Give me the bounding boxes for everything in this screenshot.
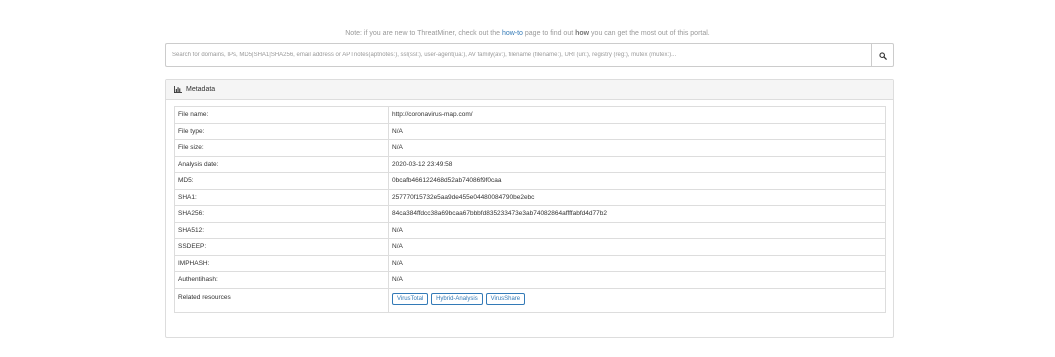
related-resources-row: Related resources VirusTotal Hybrid-Anal… xyxy=(174,287,886,313)
row-label: SHA256: xyxy=(174,205,389,223)
row-value: 0bcafb466122468d52ab74086f9f0caa xyxy=(388,172,886,190)
row-label: Analysis date: xyxy=(174,155,389,173)
table-row: SHA256: 84ca384ffdcc38a69bcaa67bbbfd8352… xyxy=(174,205,886,223)
table-row: SHA1: 257770f15732e5aa9de455e04480084790… xyxy=(174,188,886,206)
hybrid-analysis-button[interactable]: Hybrid-Analysis xyxy=(431,292,483,305)
intro-note: Note: if you are new to ThreatMiner, che… xyxy=(0,30,1055,37)
search-bar xyxy=(165,43,894,67)
bar-chart-icon xyxy=(174,86,182,93)
metadata-panel: Metadata File name: http://coronavirus-m… xyxy=(165,79,894,338)
row-value: N/A xyxy=(388,254,886,272)
table-row: File name: http://coronavirus-map.com/ xyxy=(174,106,886,124)
row-value: N/A xyxy=(388,271,886,289)
row-label: File size: xyxy=(174,139,389,157)
table-row: File size: N/A xyxy=(174,139,886,157)
search-button[interactable] xyxy=(871,43,894,67)
row-label: IMPHASH: xyxy=(174,254,389,272)
row-label: Related resources xyxy=(174,287,389,313)
metadata-table: File name: http://coronavirus-map.com/ F… xyxy=(174,106,886,313)
row-label: File type: xyxy=(174,122,389,140)
table-row: Analysis date: 2020-03-12 23:49:58 xyxy=(174,155,886,173)
row-label: SHA512: xyxy=(174,221,389,239)
row-label: Authentihash: xyxy=(174,271,389,289)
note-prefix: Note: if you are new to ThreatMiner, che… xyxy=(345,30,502,37)
note-middle: page to find out xyxy=(522,30,576,37)
note-suffix: you can get the most out of this portal. xyxy=(589,30,710,37)
search-icon xyxy=(878,51,887,60)
search-input[interactable] xyxy=(165,43,871,67)
how-to-link[interactable]: how-to xyxy=(502,30,523,37)
virustotal-button[interactable]: VirusTotal xyxy=(392,292,429,305)
table-row: SSDEEP: N/A xyxy=(174,238,886,256)
table-row: IMPHASH: N/A xyxy=(174,254,886,272)
table-row: MD5: 0bcafb466122468d52ab74086f9f0caa xyxy=(174,172,886,190)
row-value: N/A xyxy=(388,122,886,140)
virusshare-button[interactable]: VirusShare xyxy=(485,292,526,305)
table-row: Authentihash: N/A xyxy=(174,271,886,289)
row-value: 84ca384ffdcc38a69bcaa67bbbfd835233473e3a… xyxy=(388,205,886,223)
row-value: 2020-03-12 23:49:58 xyxy=(388,155,886,173)
row-value: N/A xyxy=(388,221,886,239)
note-bold: how xyxy=(575,30,590,37)
row-value: N/A xyxy=(388,238,886,256)
row-label: SHA1: xyxy=(174,188,389,206)
row-value: http://coronavirus-map.com/ xyxy=(388,106,886,124)
row-label: File name: xyxy=(174,106,389,124)
row-label: MD5: xyxy=(174,172,389,190)
row-value: N/A xyxy=(388,139,886,157)
table-row: File type: N/A xyxy=(174,122,886,140)
row-label: SSDEEP: xyxy=(174,238,389,256)
row-value: 257770f15732e5aa9de455e04480084790be2ebc xyxy=(388,188,886,206)
panel-title: Metadata xyxy=(186,86,216,93)
panel-heading: Metadata xyxy=(166,80,893,100)
table-row: SHA512: N/A xyxy=(174,221,886,239)
related-resources-buttons: VirusTotal Hybrid-Analysis VirusShare xyxy=(388,287,886,313)
